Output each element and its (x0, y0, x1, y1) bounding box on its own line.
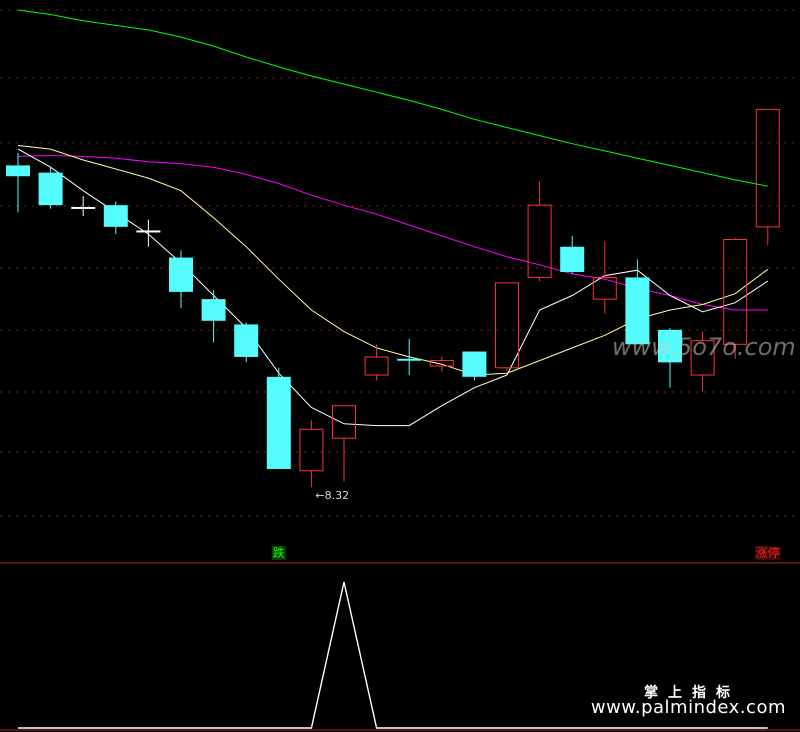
watermark-url: www.palmindex.com (590, 697, 786, 718)
candle-body (136, 230, 161, 233)
candle-body (560, 246, 585, 273)
candle-body (723, 238, 748, 345)
candle (71, 196, 96, 216)
candle-body (266, 376, 291, 469)
candle (136, 219, 161, 247)
signal-label: 涨停 (756, 545, 780, 560)
candle (169, 250, 193, 309)
candle (527, 181, 552, 282)
ma-line-1 (17, 154, 768, 311)
candle-body (169, 257, 193, 292)
candle (397, 338, 422, 376)
candle-body (234, 324, 259, 357)
candle (103, 201, 128, 235)
low-price-label: ←8.32 (315, 489, 349, 502)
signal-label: 跌 (273, 545, 285, 560)
candle-body (299, 428, 324, 472)
candle-body (429, 360, 454, 367)
candle (755, 108, 780, 245)
candle-body (103, 205, 128, 227)
candle (201, 290, 226, 343)
ma-line-3 (17, 148, 769, 427)
candle-body (71, 206, 96, 209)
candle-body (332, 405, 356, 439)
candle (560, 235, 585, 274)
candle (38, 167, 63, 209)
candle (6, 152, 30, 213)
candle (332, 405, 356, 482)
candles (6, 108, 780, 488)
candle-body (364, 356, 389, 376)
candle (592, 241, 617, 314)
candle-body (755, 108, 780, 228)
candle-body (397, 358, 422, 361)
candle (299, 420, 324, 488)
candle-body (38, 172, 63, 206)
candle-body (201, 299, 226, 321)
candle (234, 322, 259, 363)
candle (625, 259, 650, 345)
candle (266, 367, 291, 469)
candle-body (6, 165, 30, 177)
ma-lines (17, 9, 769, 427)
site-watermark: www.5o7o.com (612, 333, 796, 361)
candle-body (495, 282, 519, 369)
grid-lines (0, 9, 800, 517)
candlestick-chart: www.5o7o.com ←8.32 跌 涨停 (0, 9, 800, 731)
candle-body (462, 351, 487, 377)
candle (462, 351, 487, 381)
